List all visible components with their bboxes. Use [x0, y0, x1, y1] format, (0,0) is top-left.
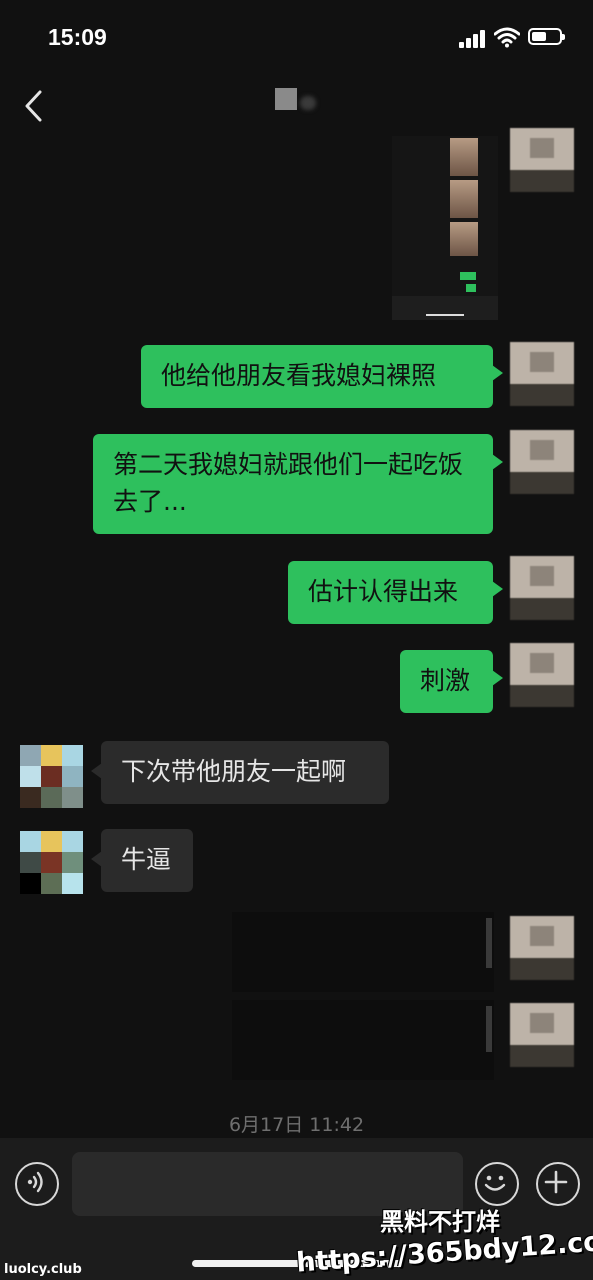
message-bubble-sent[interactable]: 第二天我媳妇就跟他们一起吃饭去了...: [93, 434, 503, 534]
more-plus-icon[interactable]: [536, 1162, 580, 1206]
my-avatar[interactable]: [510, 342, 574, 406]
contact-avatar[interactable]: [20, 831, 83, 894]
image-edge: [486, 1006, 492, 1052]
image-message-dark[interactable]: [232, 1000, 494, 1080]
back-chevron-icon[interactable]: [20, 88, 50, 124]
my-avatar[interactable]: [510, 556, 574, 620]
message-timestamp: 6月17日 11:42: [228, 1114, 365, 1136]
message-text: 他给他朋友看我媳妇裸照: [161, 361, 437, 390]
message-text: 下次带他朋友一起啊: [121, 757, 347, 786]
my-avatar[interactable]: [510, 1003, 574, 1067]
message-text: 牛逼: [121, 845, 172, 874]
watermark-title: 黑料不打烊: [380, 1208, 500, 1236]
voice-input-icon[interactable]: [15, 1162, 59, 1206]
message-bubble-sent[interactable]: 估计认得出来: [288, 561, 503, 624]
contact-avatar[interactable]: [20, 745, 83, 808]
status-time: 15:09: [48, 24, 107, 50]
chat-title-pixelated: [275, 88, 297, 110]
message-bubble-sent[interactable]: 他给他朋友看我媳妇裸照: [141, 345, 503, 408]
message-bubble-sent[interactable]: 刺激: [400, 650, 503, 713]
chat-header: [0, 76, 593, 132]
my-avatar[interactable]: [510, 643, 574, 707]
chat-title-blur: [300, 96, 316, 110]
emoji-icon[interactable]: [475, 1162, 519, 1206]
message-bubble-received[interactable]: 牛逼: [91, 829, 193, 892]
wifi-icon: [494, 27, 520, 48]
message-text: 第二天我媳妇就跟他们一起吃饭去了...: [113, 450, 464, 516]
my-avatar[interactable]: [510, 916, 574, 980]
battery-icon: [528, 28, 565, 45]
message-text: 刺激: [420, 666, 471, 695]
watermark-left: luolcy.club: [4, 1262, 82, 1277]
my-avatar[interactable]: [510, 430, 574, 494]
image-message-dark[interactable]: [232, 912, 494, 992]
chat-input-bar: luolcy.club 黑料不打烊 https://365bdy12.com: [0, 1138, 593, 1280]
status-bar: 15:09: [0, 0, 593, 76]
image-edge: [486, 918, 492, 968]
my-avatar[interactable]: [510, 128, 574, 192]
image-message-screenshot[interactable]: [392, 136, 498, 320]
message-text: 估计认得出来: [308, 577, 459, 606]
message-bubble-received[interactable]: 下次带他朋友一起啊: [91, 741, 389, 804]
cellular-signal-icon: [459, 30, 485, 48]
